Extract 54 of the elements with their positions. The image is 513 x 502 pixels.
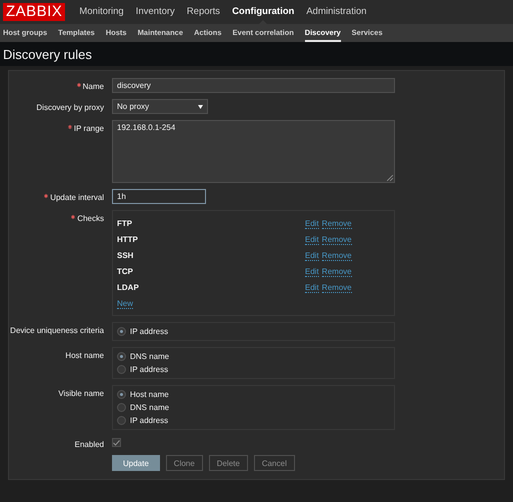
main-menu-item[interactable]: Administration: [306, 0, 367, 24]
check-name: SSH: [117, 251, 134, 261]
radio-label[interactable]: DNS name: [130, 352, 170, 361]
field-label: Name: [82, 82, 104, 91]
radio-button[interactable]: [117, 352, 126, 361]
field-label: Update interval: [50, 193, 104, 202]
dropdown-icon: [198, 104, 203, 108]
main-menu-item[interactable]: Reports: [186, 0, 220, 24]
edit-link[interactable]: Edit: [305, 235, 319, 245]
edit-link[interactable]: Edit: [305, 283, 319, 293]
radio-button[interactable]: [117, 365, 126, 374]
main-menu-item[interactable]: Inventory: [136, 0, 175, 24]
radio-label[interactable]: IP address: [130, 327, 168, 336]
radio-label[interactable]: IP address: [130, 416, 168, 425]
radio-label[interactable]: Host name: [130, 390, 169, 399]
radio-button[interactable]: [117, 416, 126, 425]
new-link[interactable]: New: [117, 299, 134, 309]
field-label: Host name: [65, 351, 104, 360]
radio-button[interactable]: [117, 403, 126, 412]
edit-link[interactable]: Edit: [305, 267, 319, 277]
radio-button[interactable]: [117, 390, 126, 399]
form-button[interactable]: Delete: [208, 455, 248, 471]
field-label: Enabled: [74, 440, 104, 449]
remove-link[interactable]: Remove: [322, 283, 352, 293]
text-input[interactable]: 1h: [112, 189, 206, 204]
proxy-select[interactable]: No proxy: [112, 99, 208, 114]
checkbox[interactable]: [112, 438, 121, 447]
remove-link[interactable]: Remove: [322, 219, 352, 229]
resize-grip-icon: [387, 175, 393, 181]
field-label: Visible name: [58, 389, 104, 398]
main-menu-item[interactable]: Configuration: [232, 0, 294, 24]
check-name: FTP: [117, 219, 134, 229]
field-label: Device uniqueness criteria: [10, 326, 104, 335]
form-button[interactable]: Clone: [166, 455, 203, 471]
radio-label[interactable]: IP address: [130, 365, 168, 374]
edit-link[interactable]: Edit: [305, 251, 319, 261]
remove-link[interactable]: Remove: [322, 267, 352, 277]
ip-range-textarea[interactable]: 192.168.0.1-254: [112, 120, 395, 183]
remove-link[interactable]: Remove: [322, 235, 352, 245]
zabbix-logo[interactable]: ZABBIX: [3, 3, 66, 21]
check-name: TCP: [117, 267, 134, 277]
field-label: Discovery by proxy: [36, 103, 104, 112]
check-name: HTTP: [117, 235, 139, 245]
radio-label[interactable]: DNS name: [130, 403, 170, 412]
field-label: Checks: [77, 214, 104, 223]
text-input[interactable]: discovery: [112, 78, 395, 93]
page-title: Discovery rules: [3, 46, 92, 62]
check-name: LDAP: [117, 283, 140, 293]
field-label: IP range: [74, 124, 104, 133]
remove-link[interactable]: Remove: [322, 251, 352, 261]
edit-link[interactable]: Edit: [305, 219, 319, 229]
form-button[interactable]: Cancel: [254, 455, 295, 471]
main-menu-item[interactable]: Monitoring: [79, 0, 124, 24]
radio-button[interactable]: [117, 327, 126, 336]
